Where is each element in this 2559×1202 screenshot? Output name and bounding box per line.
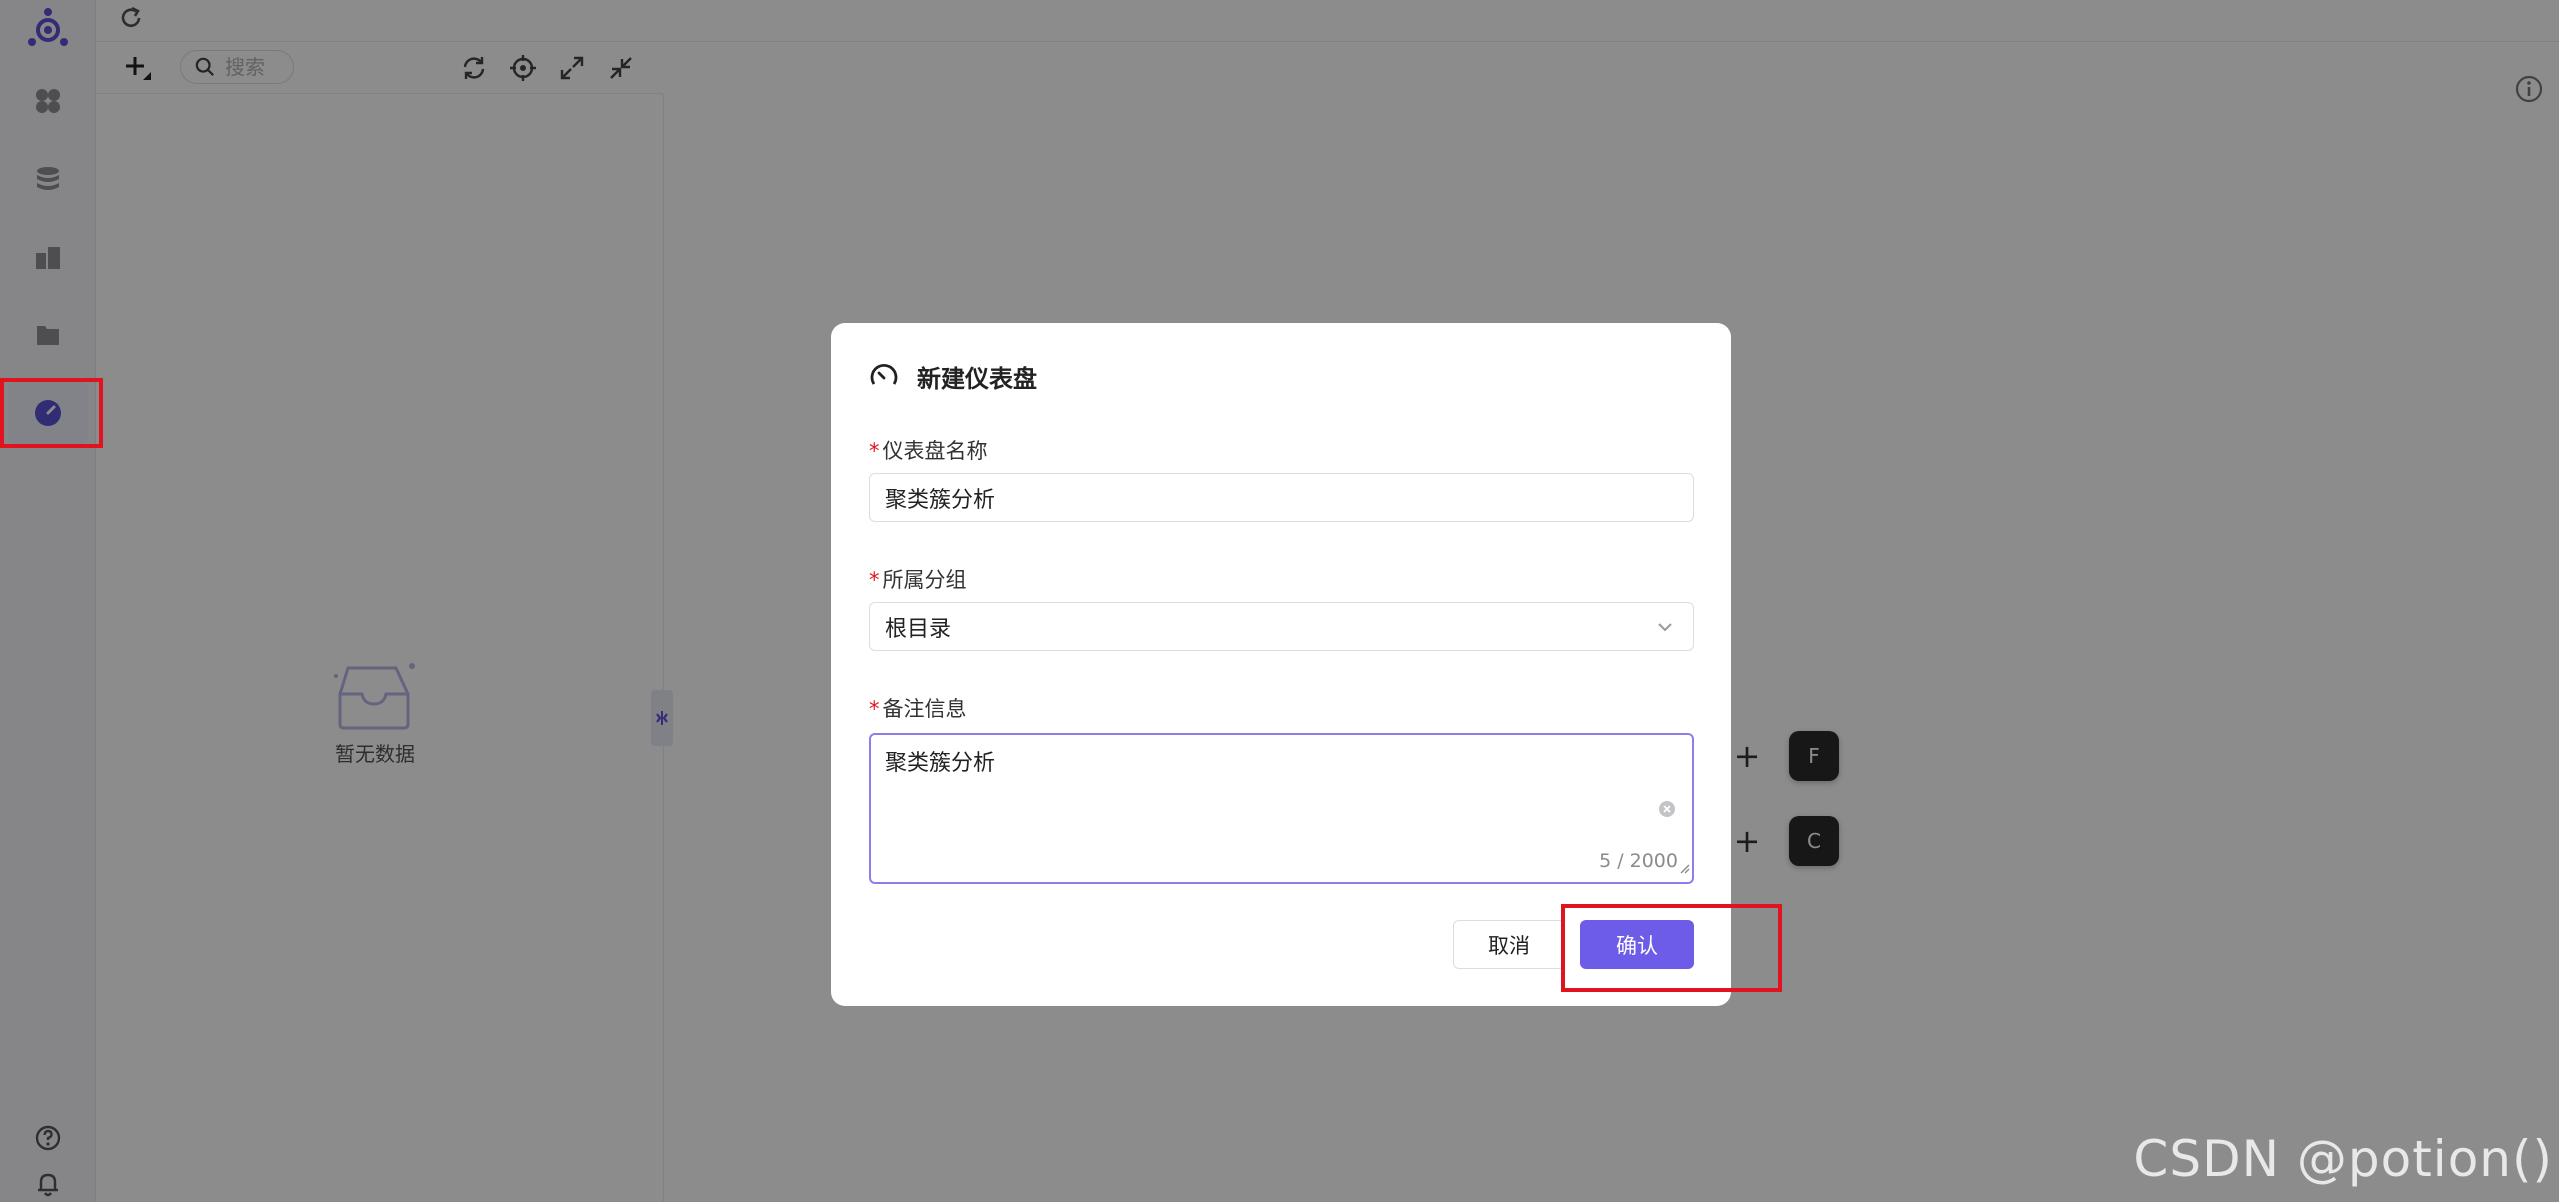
required-mark: * bbox=[869, 568, 880, 592]
clear-icon[interactable] bbox=[1658, 799, 1676, 824]
label-text: 所属分组 bbox=[882, 568, 967, 592]
note-textarea[interactable]: 聚类簇分析 5 / 2000 bbox=[869, 733, 1694, 884]
annotation-box-sidebar bbox=[0, 378, 103, 448]
gauge-icon bbox=[870, 363, 898, 385]
label-text: 仪表盘名称 bbox=[882, 439, 988, 463]
group-select[interactable]: 根目录 bbox=[869, 602, 1694, 651]
input-value: 聚类簇分析 bbox=[885, 487, 996, 513]
dashboard-name-input[interactable]: 聚类簇分析 bbox=[869, 473, 1694, 522]
char-counter: 5 / 2000 bbox=[1599, 850, 1678, 872]
group-label: * 所属分组 bbox=[869, 564, 967, 594]
dashboard-name-label: * 仪表盘名称 bbox=[869, 435, 988, 465]
required-mark: * bbox=[869, 439, 880, 463]
textarea-value: 聚类簇分析 bbox=[885, 751, 996, 776]
annotation-box-confirm bbox=[1561, 904, 1782, 992]
modal-title: 新建仪表盘 bbox=[917, 365, 1037, 393]
watermark: CSDN @potion() bbox=[2133, 1130, 2553, 1188]
chevron-down-icon bbox=[1655, 617, 1675, 643]
resize-handle-icon[interactable] bbox=[1678, 855, 1690, 880]
required-mark: * bbox=[869, 697, 880, 721]
note-label: * 备注信息 bbox=[869, 693, 967, 723]
modal-header: 新建仪表盘 bbox=[869, 359, 1037, 394]
cancel-button[interactable]: 取消 bbox=[1453, 920, 1565, 969]
label-text: 备注信息 bbox=[882, 697, 967, 721]
select-value: 根目录 bbox=[885, 616, 952, 642]
